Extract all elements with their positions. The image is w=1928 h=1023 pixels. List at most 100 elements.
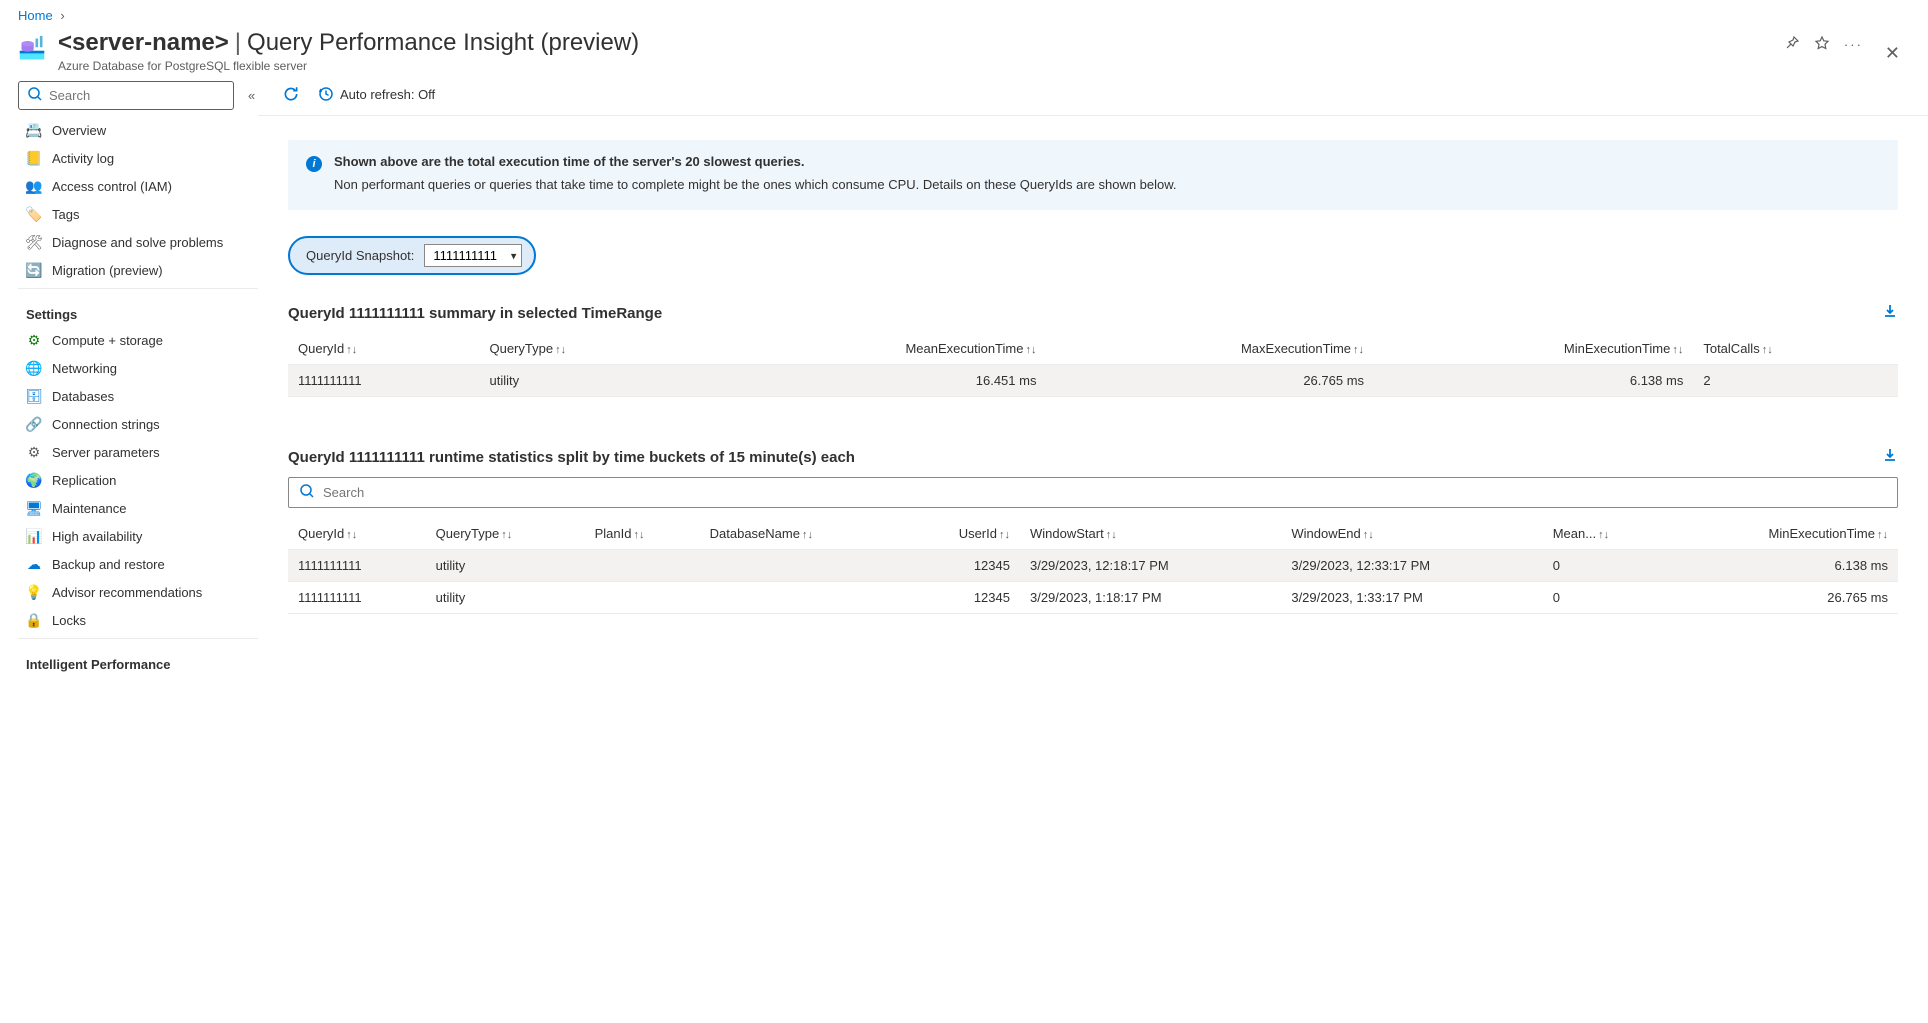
nav-icon: 💡 <box>26 584 42 600</box>
col-queryid[interactable]: QueryId↑↓ <box>288 333 479 365</box>
nav-item-overview[interactable]: 📇 Overview <box>18 116 258 144</box>
nav-label: Migration (preview) <box>52 263 163 278</box>
nav-group-title: Settings <box>18 293 258 326</box>
nav-item-high-availability[interactable]: 📊High availability <box>18 522 258 550</box>
download-icon[interactable] <box>1882 303 1898 323</box>
info-heading: Shown above are the total execution time… <box>334 154 1177 169</box>
queryid-snapshot-selector[interactable]: QueryId Snapshot: 1111111111 ▾ <box>288 236 536 275</box>
nav-item-databases[interactable]: 🗄Databases <box>18 382 258 410</box>
nav-icon: 🔗 <box>26 416 42 432</box>
resource-icon <box>18 35 46 63</box>
favorite-icon[interactable] <box>1814 35 1830 54</box>
nav-icon: ⚙ <box>26 332 42 348</box>
nav-icon: 📒 <box>26 150 42 166</box>
nav-icon: ⚙ <box>26 444 42 460</box>
table-row[interactable]: 1111111111utility123453/29/2023, 1:18:17… <box>288 582 1898 614</box>
nav-item-networking[interactable]: 🌐 Networking <box>18 354 258 382</box>
col-mean[interactable]: Mean...↑↓ <box>1543 518 1669 550</box>
nav-label: Networking <box>52 361 117 376</box>
nav-label: Overview <box>52 123 106 138</box>
col-databasename[interactable]: DatabaseName↑↓ <box>700 518 903 550</box>
nav-item-backup-and-restore[interactable]: ☁ Backup and restore <box>18 550 258 578</box>
col-windowend[interactable]: WindowEnd↑↓ <box>1281 518 1542 550</box>
nav-icon: 🏷️ <box>26 206 42 222</box>
nav-item-access-control-iam-[interactable]: 👥 Access control (IAM) <box>18 172 258 200</box>
nav-item-locks[interactable]: 🔒Locks <box>18 606 258 634</box>
breadcrumb: Home › <box>0 0 1928 25</box>
breadcrumb-separator: › <box>60 8 64 23</box>
snapshot-label: QueryId Snapshot: <box>306 248 414 263</box>
nav-item-connection-strings[interactable]: 🔗 Connection strings <box>18 410 258 438</box>
col-minexecutiontime[interactable]: MinExecutionTime↑↓ <box>1668 518 1898 550</box>
col-totalcalls[interactable]: TotalCalls↑↓ <box>1693 333 1898 365</box>
col-meanexecutiontime[interactable]: MeanExecutionTime↑↓ <box>701 333 1047 365</box>
table-row[interactable]: 1111111111utility123453/29/2023, 12:18:1… <box>288 550 1898 582</box>
runtime-search-input[interactable] <box>323 485 1887 500</box>
col-planid[interactable]: PlanId↑↓ <box>585 518 700 550</box>
nav-label: Databases <box>52 389 114 404</box>
nav-label: Activity log <box>52 151 114 166</box>
collapse-sidebar-button[interactable]: « <box>244 84 259 107</box>
sidebar-search[interactable] <box>18 81 234 110</box>
nav-icon: ☁ <box>26 556 42 572</box>
nav-item-migration-preview-[interactable]: 🔄 Migration (preview) <box>18 256 258 284</box>
nav-label: Maintenance <box>52 501 126 516</box>
refresh-button[interactable] <box>282 85 300 103</box>
snapshot-dropdown[interactable]: 1111111111 <box>424 244 522 267</box>
nav-icon: 🌐 <box>26 360 42 376</box>
runtime-table: QueryId↑↓QueryType↑↓PlanId↑↓DatabaseName… <box>288 518 1898 614</box>
nav-icon: 🌍 <box>26 472 42 488</box>
sidebar: « 📇 Overview 📒 Activity log 👥 Access control … <box>0 81 258 1014</box>
nav-label: Tags <box>52 207 79 222</box>
nav-group-title: Intelligent Performance <box>18 643 258 676</box>
nav-item-compute-storage[interactable]: ⚙ Compute + storage <box>18 326 258 354</box>
nav-item-maintenance[interactable]: 🖥Maintenance <box>18 494 258 522</box>
page-title: <server-name>|Query Performance Insight … <box>58 29 1764 57</box>
summary-title: QueryId 1111111111 summary in selected T… <box>288 303 1898 323</box>
more-icon[interactable]: ··· <box>1844 37 1863 52</box>
table-row[interactable]: 1111111111utility16.451 ms26.765 ms6.138… <box>288 365 1898 397</box>
nav-item-activity-log[interactable]: 📒 Activity log <box>18 144 258 172</box>
download-icon[interactable] <box>1882 447 1898 467</box>
nav-icon: 📊 <box>26 528 42 544</box>
col-minexecutiontime[interactable]: MinExecutionTime↑↓ <box>1374 333 1693 365</box>
sidebar-search-input[interactable] <box>49 88 225 103</box>
resource-type: Azure Database for PostgreSQL flexible s… <box>58 59 1764 73</box>
nav-label: Backup and restore <box>52 557 165 572</box>
info-icon: i <box>306 156 322 172</box>
auto-refresh-button[interactable]: Auto refresh: Off <box>318 86 435 102</box>
summary-table: QueryId↑↓QueryType↑↓MeanExecutionTime↑↓M… <box>288 333 1898 397</box>
close-button[interactable]: ✕ <box>1875 39 1910 68</box>
info-body-text: Non performant queries or queries that t… <box>334 177 1177 192</box>
nav-icon: 🔒 <box>26 612 42 628</box>
nav-item-advisor-recommendations[interactable]: 💡 Advisor recommendations <box>18 578 258 606</box>
nav-label: Access control (IAM) <box>52 179 172 194</box>
pin-icon[interactable] <box>1784 35 1800 54</box>
col-querytype[interactable]: QueryType↑↓ <box>426 518 585 550</box>
toolbar: Auto refresh: Off <box>258 81 1928 116</box>
nav-icon: 🔄 <box>26 262 42 278</box>
col-querytype[interactable]: QueryType↑↓ <box>479 333 700 365</box>
nav-item-replication[interactable]: 🌍Replication <box>18 466 258 494</box>
nav-icon: 📇 <box>26 122 42 138</box>
runtime-title: QueryId 1111111111 runtime statistics sp… <box>288 447 1898 467</box>
nav-label: Connection strings <box>52 417 160 432</box>
nav-item-diagnose-and-solve-problems[interactable]: 🛠 Diagnose and solve problems <box>18 228 258 256</box>
page-header: <server-name>|Query Performance Insight … <box>0 25 1928 81</box>
nav-label: Compute + storage <box>52 333 163 348</box>
runtime-search[interactable] <box>288 477 1898 508</box>
search-icon <box>299 483 315 502</box>
nav-item-tags[interactable]: 🏷️ Tags <box>18 200 258 228</box>
nav-icon: 🛠 <box>26 234 42 250</box>
info-banner: i Shown above are the total execution ti… <box>288 140 1898 210</box>
nav-item-server-parameters[interactable]: ⚙ Server parameters <box>18 438 258 466</box>
nav-label: Server parameters <box>52 445 160 460</box>
col-userid[interactable]: UserId↑↓ <box>903 518 1020 550</box>
breadcrumb-home-link[interactable]: Home <box>18 8 53 23</box>
nav-label: Diagnose and solve problems <box>52 235 223 250</box>
nav-label: Advisor recommendations <box>52 585 202 600</box>
col-maxexecutiontime[interactable]: MaxExecutionTime↑↓ <box>1046 333 1374 365</box>
col-windowstart[interactable]: WindowStart↑↓ <box>1020 518 1281 550</box>
col-queryid[interactable]: QueryId↑↓ <box>288 518 426 550</box>
nav-icon: 👥 <box>26 178 42 194</box>
